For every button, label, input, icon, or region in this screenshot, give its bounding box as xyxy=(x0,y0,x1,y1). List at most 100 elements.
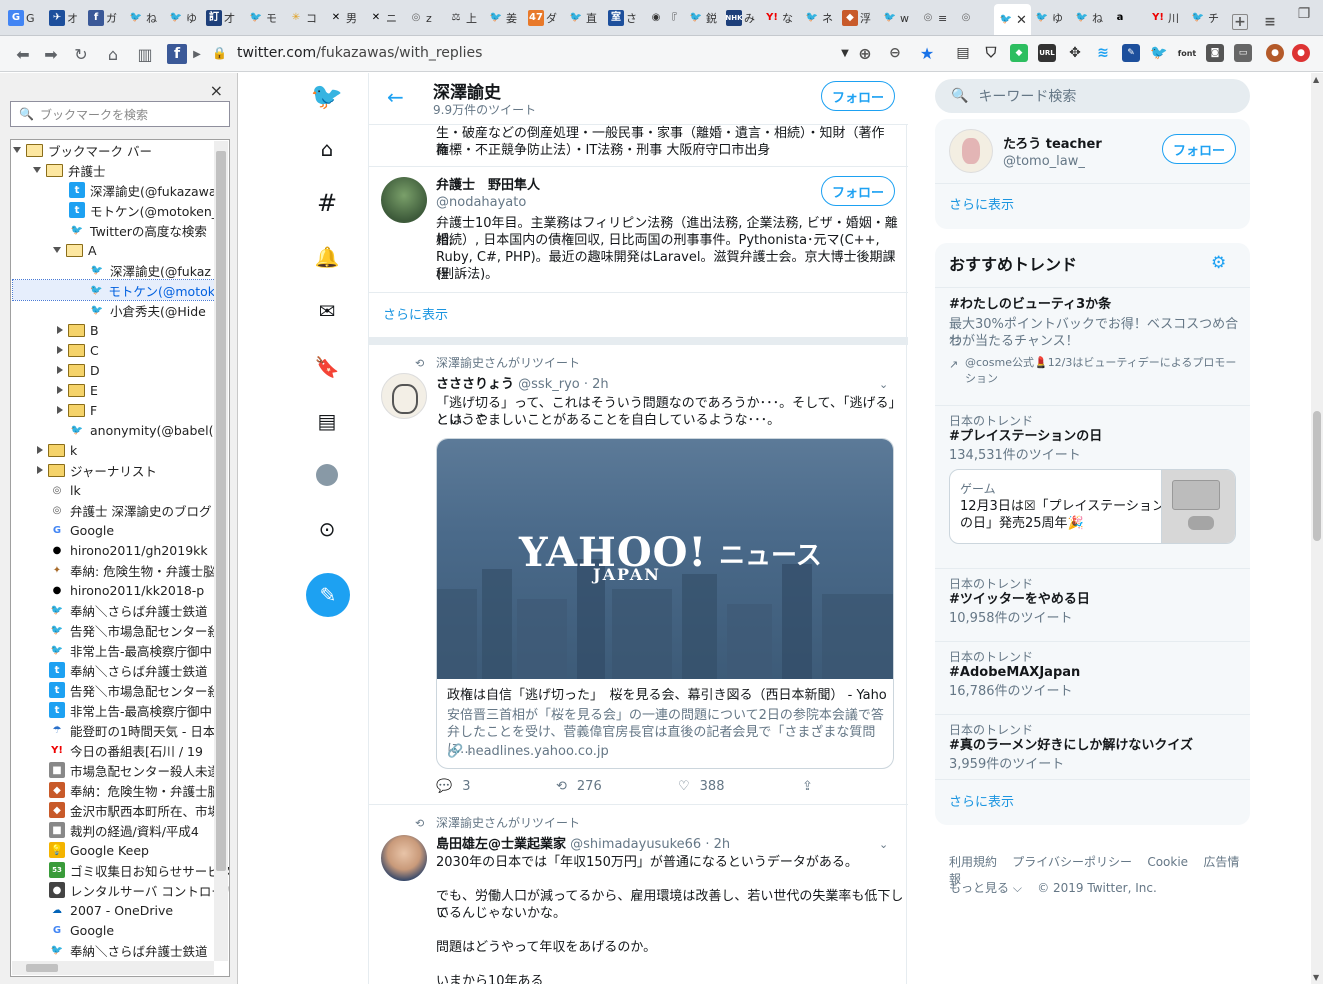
ext-button[interactable]: ✎ xyxy=(1122,44,1140,62)
show-more-link[interactable]: さらに表示 xyxy=(383,307,448,324)
tree-bookmark[interactable]: ◎ lk xyxy=(49,480,81,500)
trend-item[interactable]: 日本のトレンド #真のラーメン好きにしか解けないクイズ 3,959件のツイート xyxy=(935,714,1250,787)
facebook-button[interactable]: f xyxy=(164,41,190,67)
browser-tab[interactable]: 🐦 直 xyxy=(568,4,597,32)
evernote-button[interactable]: ◆ xyxy=(1010,44,1028,62)
twitter-ext-button[interactable]: 🐦 xyxy=(1150,44,1168,62)
tree-bookmark[interactable]: ■ 裁判の経過/資料/平成4 xyxy=(49,820,199,840)
browser-tab[interactable]: 室さ xyxy=(608,4,637,32)
tree-bookmark[interactable]: ☂ 能登町の1時間天気 - 日本 xyxy=(49,720,216,740)
nav-bookmarks[interactable]: 🔖 xyxy=(311,351,343,383)
tab-list-button[interactable]: ≡ xyxy=(1262,8,1278,35)
tree-bookmark[interactable]: ● レンタルサーバ コントロール xyxy=(49,880,229,900)
tree-bookmark[interactable]: ☁ 2007 - OneDrive xyxy=(49,900,173,920)
browser-tab[interactable]: 🐦 チ xyxy=(1190,4,1219,32)
browser-tab[interactable]: ✈ オ xyxy=(49,4,78,32)
font-ext-button[interactable]: font xyxy=(1178,44,1197,62)
browser-tab[interactable]: ✕ 男 xyxy=(328,4,357,32)
like-button[interactable]: ♡ 388 xyxy=(678,779,724,794)
nav-messages[interactable]: ✉ xyxy=(311,295,343,327)
follow-button[interactable]: フォロー xyxy=(1162,134,1236,164)
sidebar-close-button[interactable]: × xyxy=(210,81,223,100)
scrollbar-thumb[interactable] xyxy=(216,151,226,871)
tree-bookmark[interactable]: G Google xyxy=(49,920,114,940)
trend-news-card[interactable]: ゲーム 12月3日は☒「プレイステーション の日」発売25周年🎉 xyxy=(949,469,1236,544)
tree-bookmark[interactable]: ◆ 奉納：危険生物・弁護士脳 xyxy=(49,780,220,800)
footer-terms-link[interactable]: 利用規約 xyxy=(949,855,997,869)
url-bar[interactable]: 🔒 twitter.com/fukazawas/with_replies xyxy=(212,42,852,64)
nav-profile[interactable] xyxy=(311,459,343,491)
reply-button[interactable]: 💬 3 xyxy=(436,779,470,794)
bookmarks-sidebar-button[interactable]: ▥ xyxy=(132,41,158,67)
browser-tab-active[interactable]: 🐦 ✕ xyxy=(994,4,1031,35)
tree-bookmark[interactable]: t モトケン(@motoken_ xyxy=(69,200,218,220)
tree-folder[interactable]: B xyxy=(57,320,99,340)
suggest-name[interactable]: たろう teacher xyxy=(1003,136,1102,153)
ext-button[interactable]: ≋ xyxy=(1094,44,1112,62)
ext-button[interactable]: ◙ xyxy=(1206,44,1224,62)
browser-tab[interactable]: NHK み xyxy=(725,4,755,32)
browser-tab[interactable]: 🐦 w xyxy=(882,4,909,32)
share-button[interactable]: ⇪ xyxy=(802,779,813,794)
trends-show-more[interactable]: さらに表示 xyxy=(935,779,1250,825)
tree-bookmark[interactable]: 🐦 奉納＼さらば弁護士鉄道 xyxy=(49,600,208,620)
avatar[interactable] xyxy=(381,373,427,419)
url-dropdown-button[interactable]: ▼ xyxy=(836,44,854,62)
link-card[interactable]: YAHOO! JAPAN ニュース 政権は自信「逃げ切った」 桜を見る会、幕引き… xyxy=(436,438,894,769)
tweet-menu-button[interactable]: ⌄ xyxy=(879,376,888,393)
reload-button[interactable]: ↻ xyxy=(68,41,94,67)
back-button[interactable]: ← xyxy=(387,85,404,109)
user-name[interactable]: 弁護士 野田隼人 xyxy=(436,177,540,194)
browser-tab[interactable]: ◉ 『 xyxy=(648,4,677,32)
browser-tab[interactable]: 🐦 ゆ xyxy=(1034,4,1063,32)
tree-bookmark[interactable]: 53 ゴミ収集日お知らせサービス xyxy=(49,860,229,880)
tree-bookmark[interactable]: Y! 今日の番組表[石川 / 19 xyxy=(49,740,203,760)
tree-folder[interactable]: ブックマーク バー xyxy=(13,140,152,160)
tree-bookmark[interactable]: ● hirono2011/gh2019kk xyxy=(49,540,208,560)
browser-tab[interactable]: 訂才 xyxy=(206,4,235,32)
tree-folder[interactable]: A xyxy=(53,240,97,260)
zoom-out-button[interactable]: ⊖ xyxy=(886,44,904,62)
tree-folder[interactable]: E xyxy=(57,380,98,400)
tree-bookmark[interactable]: G Google xyxy=(49,520,114,540)
tree-bookmark[interactable]: t 告発＼市場急配センター殺 xyxy=(49,680,220,700)
bookmark-button[interactable]: ⛉ xyxy=(982,44,1000,62)
browser-tab[interactable]: 🐦 ゆ xyxy=(168,4,197,32)
expand-icon[interactable] xyxy=(13,147,21,153)
scroll-down-icon[interactable]: ▼ xyxy=(1313,973,1319,982)
tweet-handle[interactable]: @ssk_ryo xyxy=(518,377,580,392)
browser-tab[interactable]: Y! な xyxy=(764,4,793,32)
browser-tab[interactable]: ◆ 浮 xyxy=(842,4,871,32)
tree-bookmark[interactable]: ◆ 金沢市駅西本町所在、市場 xyxy=(49,800,220,820)
tree-bookmark[interactable]: t 深澤諭史(@fukazawa xyxy=(69,180,216,200)
tweet-handle[interactable]: @shimadayusuke66 xyxy=(570,837,701,852)
avatar[interactable] xyxy=(381,177,427,223)
twitter-logo-button[interactable]: 🐦 xyxy=(311,81,343,113)
avatar[interactable] xyxy=(949,129,993,173)
tree-bookmark[interactable]: 🐦 anonymity(@babel( xyxy=(69,420,214,440)
expand-icon[interactable] xyxy=(37,466,43,474)
tree-bookmark-selected[interactable]: 🐦 モトケン(@motok xyxy=(12,279,216,301)
compose-tweet-button[interactable]: ✎ xyxy=(306,573,350,617)
follow-button[interactable]: フォロー xyxy=(821,176,895,206)
browser-tab[interactable]: Y! 川 xyxy=(1150,4,1179,32)
browser-tab[interactable]: a xyxy=(1112,4,1128,32)
scroll-up-icon[interactable]: ▲ xyxy=(1313,75,1319,84)
show-more-link[interactable]: さらに表示 xyxy=(949,794,1014,811)
expand-icon[interactable] xyxy=(53,247,61,253)
forward-button[interactable]: ➡ xyxy=(38,41,64,67)
scrollbar-thumb[interactable] xyxy=(26,964,58,972)
expand-icon[interactable] xyxy=(57,386,63,394)
trends-settings-button[interactable]: ⚙ xyxy=(1211,253,1226,273)
suggest-handle[interactable]: @tomo_law_ xyxy=(1003,153,1085,170)
follow-button[interactable]: フォロー xyxy=(821,81,895,111)
home-button[interactable]: ⌂ xyxy=(100,41,126,67)
tweet-author[interactable]: さささりょう xyxy=(436,377,514,392)
tree-bookmark[interactable]: t 非常上告-最高検察庁御中 xyxy=(49,700,212,720)
tree-bookmark[interactable]: t 奉納＼さらば弁護士鉄道 xyxy=(49,660,208,680)
ext-button[interactable]: ▤ xyxy=(954,44,972,62)
tree-bookmark[interactable]: 🐦 小倉秀夫(@Hide xyxy=(89,300,206,320)
tree-bookmark[interactable]: ■ 市場急配センター殺人未遂 xyxy=(49,760,220,780)
browser-tab[interactable]: fガ xyxy=(88,4,117,32)
zoom-in-button[interactable]: ⊕ xyxy=(856,44,874,63)
